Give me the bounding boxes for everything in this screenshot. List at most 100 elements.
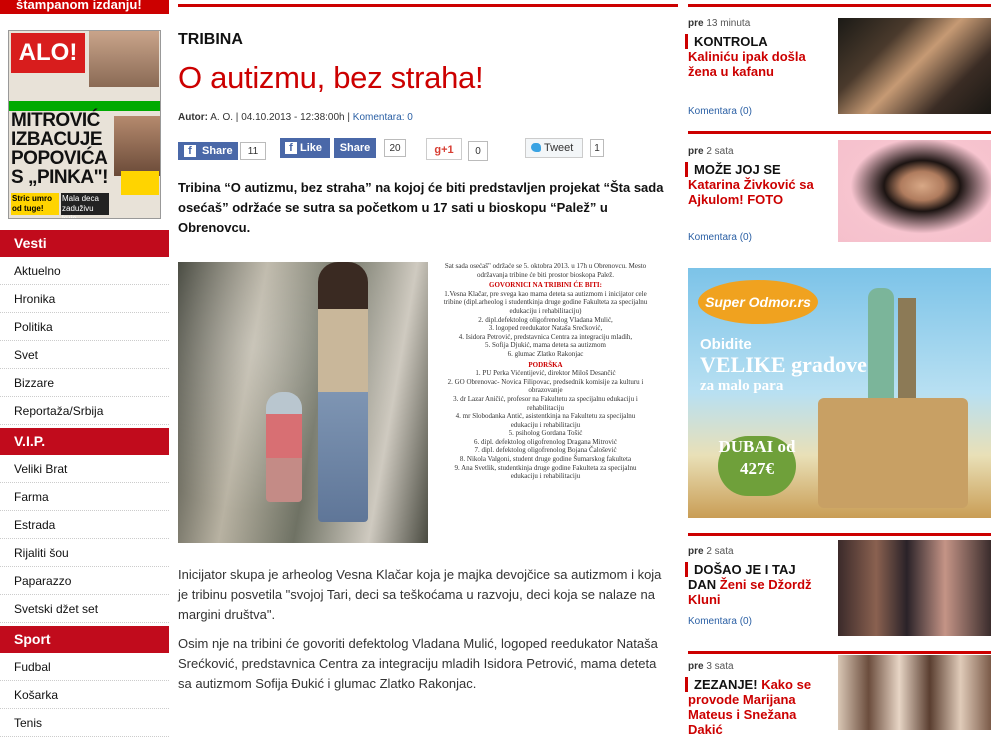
news-thumbnail[interactable] xyxy=(838,140,991,242)
left-sidebar: štampanom izdanju! ALO! MITROVIĆ IZBACUJ… xyxy=(0,0,169,737)
article-paragraph: Inicijator skupa je arheolog Vesna Klača… xyxy=(178,567,662,622)
print-edition-promo[interactable]: štampanom izdanju! xyxy=(0,0,169,14)
news-time: pre 2 sata xyxy=(688,146,734,157)
news-comments-link[interactable]: Komentara (0) xyxy=(688,616,752,627)
flyer-line: 6. dipl. defektolog oligofrenolog Dragan… xyxy=(474,437,617,446)
article-meta: Autor: A. O. | 04.10.2013 - 12:38:00h | … xyxy=(178,112,413,123)
time-prefix: pre xyxy=(688,18,704,29)
nav-section-vesti[interactable]: Vesti xyxy=(0,230,169,257)
article-image[interactable]: Sat sada osećaš" održaće se 5. oktobra 2… xyxy=(178,262,648,543)
news-time: pre 13 minuta xyxy=(688,18,750,29)
nav-item[interactable]: Aktuelno xyxy=(0,257,169,285)
nav-item[interactable]: Košarka xyxy=(0,681,169,709)
ad-line3: za malo para xyxy=(700,378,784,394)
ad-bag xyxy=(818,398,968,508)
tweet-button[interactable]: Tweet xyxy=(525,138,583,158)
nav-item[interactable]: Svet xyxy=(0,341,169,369)
ad-line2: VELIKE gradove xyxy=(700,352,867,377)
news-time: pre 2 sata xyxy=(688,546,734,557)
nav-item[interactable]: Fudbal xyxy=(0,653,169,681)
newspaper-cover-image[interactable]: ALO! MITROVIĆ IZBACUJE POPOVIĆA S „PINKA… xyxy=(8,30,161,219)
cover-photo xyxy=(89,31,159,87)
nav-list-sport: Fudbal Košarka Tenis xyxy=(0,653,169,737)
nav-item[interactable]: Estrada xyxy=(0,511,169,539)
news-item[interactable]: pre 13 minuta KONTROLA Kaliniću ipak došl… xyxy=(685,18,991,122)
nav-section-sport[interactable]: Sport xyxy=(0,626,169,653)
news-item[interactable]: pre 3 sata ZEZANJE! Kako se provode Mari… xyxy=(685,655,991,737)
facebook-share-button[interactable]: f Share xyxy=(178,142,238,160)
nav-item[interactable]: Svetski džet set xyxy=(0,595,169,623)
ad-statue xyxy=(868,288,894,403)
google-plus-button[interactable]: g+1 xyxy=(426,138,462,160)
news-thumbnail[interactable] xyxy=(838,655,991,730)
tweet-label: Tweet xyxy=(544,142,574,154)
nav-item[interactable]: Tenis xyxy=(0,709,169,737)
flyer-line: 5. Sofija Djukić, mama deteta sa autizmo… xyxy=(485,341,606,350)
cover-badge xyxy=(121,171,159,195)
time-value: 3 sata xyxy=(706,661,734,672)
time-prefix: pre xyxy=(688,546,704,557)
divider xyxy=(688,4,991,7)
travel-advertisement[interactable]: Super Odmor.rs Obidite VELIKE gradove za… xyxy=(688,268,991,518)
facebook-icon: f xyxy=(184,145,196,157)
news-thumbnail[interactable] xyxy=(838,540,991,636)
cover-photo-2 xyxy=(114,116,160,176)
flyer-heading-speakers: GOVORNICI NA TRIBINI ĆE BITI: xyxy=(489,281,602,290)
flyer-line: 1.Vesna Klačar, pre svega kao mama detet… xyxy=(443,289,648,315)
flyer-line: 9. Ana Svetlik, studentkinja druge godin… xyxy=(454,463,637,481)
news-title[interactable]: MOŽE JOJ SE Katarina Živković sa Ajkulom!… xyxy=(685,162,826,207)
author-label: Autor: xyxy=(178,112,208,123)
news-title[interactable]: ZEZANJE! Kako se provode Marijana Mateus… xyxy=(685,677,826,737)
news-comments-link[interactable]: Komentara (0) xyxy=(688,232,752,243)
article-title: O autizmu, bez straha! xyxy=(178,60,484,95)
flyer-heading-support: PODRŠKA xyxy=(528,360,563,369)
ad-logo: Super Odmor.rs xyxy=(698,280,818,324)
nav-item[interactable]: Rijaliti šou xyxy=(0,539,169,567)
news-headline: Kaliniću ipak došla žena u kafanu xyxy=(688,49,806,79)
news-time: pre 3 sata xyxy=(688,661,734,672)
photo-light xyxy=(178,262,428,543)
share-count: 11 xyxy=(240,142,266,160)
gplus-count: 0 xyxy=(468,141,488,161)
like-label: Like xyxy=(300,142,323,154)
time-value: 2 sata xyxy=(706,546,734,557)
news-title[interactable]: DOŠAO JE I TAJ DAN Ženi se Džordž Kluni xyxy=(685,562,826,607)
time-value: 13 minuta xyxy=(706,18,751,29)
cover-footer-2: Mala deca zaduživu kuje xyxy=(61,193,109,218)
divider xyxy=(178,4,678,7)
nav-item[interactable]: Reportaža/Srbija xyxy=(0,397,169,425)
news-kicker: ZEZANJE! xyxy=(685,677,758,692)
news-title[interactable]: KONTROLA Kaliniću ipak došla žena u kafan… xyxy=(685,34,826,79)
nav-item[interactable]: Politika xyxy=(0,313,169,341)
author-name: A. O. xyxy=(210,112,234,123)
cover-masthead: ALO! xyxy=(11,33,85,73)
nav-list-vip: Veliki Brat Farma Estrada Rijaliti šou P… xyxy=(0,455,169,623)
comments-label[interactable]: Komentara: xyxy=(353,112,405,123)
nav-section-vip[interactable]: V.I.P. xyxy=(0,428,169,455)
comments-count[interactable]: 0 xyxy=(407,112,413,123)
news-kicker: KONTROLA xyxy=(685,34,768,49)
nav-item[interactable]: Hronika xyxy=(0,285,169,313)
nav-item[interactable]: Veliki Brat xyxy=(0,455,169,483)
flyer-line: 5. psiholog Gordana Tošić xyxy=(508,429,583,438)
mother-child-photo xyxy=(178,262,428,543)
flyer-intro: Sat sada osećaš" održaće se 5. oktobra 2… xyxy=(444,262,647,279)
facebook-share-button-2[interactable]: Share xyxy=(334,138,376,158)
news-item[interactable]: pre 2 sata MOŽE JOJ SE Katarina Živković … xyxy=(685,140,991,246)
news-item[interactable]: pre 2 sata DOŠAO JE I TAJ DAN Ženi se Dž… xyxy=(685,540,991,646)
flyer-line: 6. glumac Zlatko Rakonjac xyxy=(507,349,584,358)
news-comments-link[interactable]: Komentara (0) xyxy=(688,106,752,117)
nav-item[interactable]: Farma xyxy=(0,483,169,511)
divider xyxy=(688,651,991,654)
share-label: Share xyxy=(202,145,233,157)
article-paragraph: Osim nje na tribini će govoriti defektol… xyxy=(178,636,658,691)
tweet-count: 1 xyxy=(590,139,604,157)
news-kicker: MOŽE JOJ SE xyxy=(685,162,781,177)
news-headline: Katarina Živković sa Ajkulom! FOTO xyxy=(688,177,814,207)
nav-item[interactable]: Paparazzo xyxy=(0,567,169,595)
flyer-line: 4. Isidora Petrović, predstavnica Centra… xyxy=(458,332,633,341)
facebook-like-button[interactable]: f Like xyxy=(280,138,330,158)
article: TRIBINA O autizmu, bez straha! Autor: A.… xyxy=(178,0,678,730)
news-thumbnail[interactable] xyxy=(838,18,991,114)
nav-item[interactable]: Bizzare xyxy=(0,369,169,397)
